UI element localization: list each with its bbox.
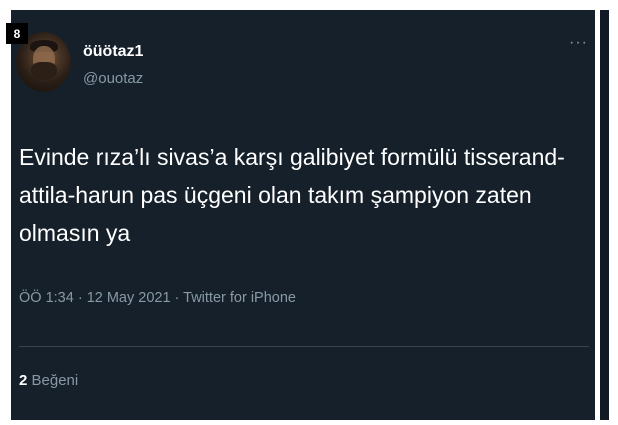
tweet-text-line: olmasın ya bbox=[19, 220, 131, 246]
screenshot-frame: 8 öüötaz1 @ouotaz ··· Evinde rıza’lı siv… bbox=[6, 10, 609, 420]
author-handle[interactable]: @ouotaz bbox=[83, 70, 143, 87]
like-label: Beğeni bbox=[31, 372, 79, 389]
avatar-beard bbox=[31, 62, 57, 80]
author-display-name[interactable]: öüötaz1 bbox=[83, 43, 143, 61]
divider bbox=[19, 346, 589, 347]
tweet-card: öüötaz1 @ouotaz ··· Evinde rıza’lı sivas… bbox=[11, 10, 595, 420]
tweet-text: Evinde rıza’lı sivas’a karşı galibiyet f… bbox=[19, 138, 591, 252]
overlay-number-badge: 8 bbox=[6, 23, 28, 44]
scrollbar[interactable] bbox=[600, 10, 609, 420]
likes-stat[interactable]: 2 Beğeni bbox=[19, 372, 78, 389]
tweet-text-line: Evinde rıza’lı sivas’a karşı galibiyet f… bbox=[19, 144, 565, 170]
like-count: 2 bbox=[19, 372, 28, 389]
more-options-icon[interactable]: ··· bbox=[569, 35, 588, 51]
tweet-text-line: attila-harun pas üçgeni olan takım şampi… bbox=[19, 182, 532, 208]
tweet-meta[interactable]: ÖÖ 1:34 · 12 May 2021 · Twitter for iPho… bbox=[19, 290, 296, 306]
